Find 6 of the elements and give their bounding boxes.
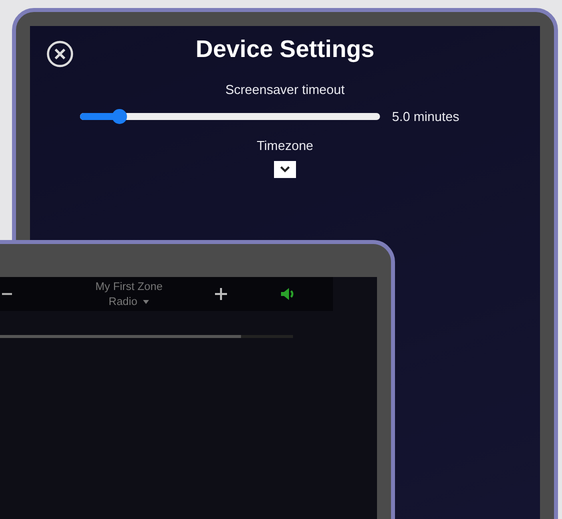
screensaver-label: Screensaver timeout <box>225 82 345 97</box>
zone-name: My First Zone <box>95 280 163 292</box>
timezone-label: Timezone <box>256 138 314 153</box>
timeout-value: 5.0 minutes <box>392 109 460 124</box>
source-dropdown[interactable]: Radio <box>108 296 150 308</box>
dialog-title: Device Settings <box>196 36 374 64</box>
